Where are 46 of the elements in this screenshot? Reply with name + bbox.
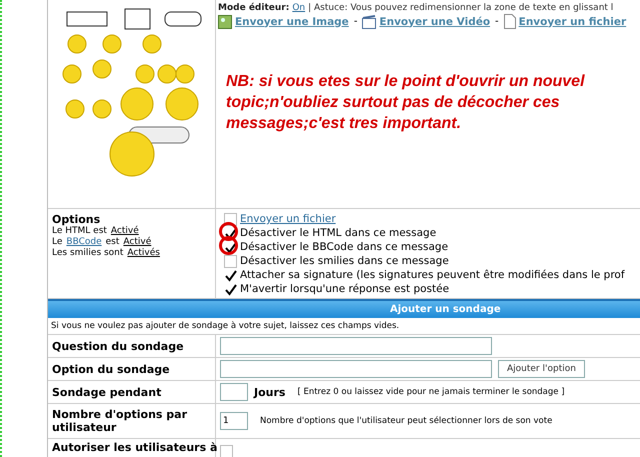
- checkbox[interactable]: [220, 445, 233, 457]
- document-icon: [504, 14, 516, 29]
- status-link[interactable]: Activé: [123, 237, 152, 248]
- picture-icon: [218, 14, 232, 28]
- status-text: Les smilies sont: [52, 248, 124, 259]
- input-field[interactable]: [220, 383, 248, 401]
- checkbox-label: Désactiver le HTML dans ce message: [240, 227, 436, 239]
- checkbox-label: M'avertir lorsqu'une réponse est postée: [240, 283, 450, 295]
- add-option-button[interactable]: Ajouter l'option: [498, 360, 585, 378]
- attachment-link[interactable]: Envoyer une Image: [235, 16, 349, 28]
- field-label: Question du sondage: [52, 340, 184, 352]
- hint-text: Nombre d'options que l'utilisateur peut sélectionner lors de son vote: [260, 416, 552, 426]
- checkbox[interactable]: [224, 254, 237, 268]
- field-label: Autoriser les utilisateurs à: [52, 441, 218, 454]
- editor-mode-link[interactable]: On: [292, 3, 306, 13]
- status-text: Le: [52, 237, 62, 248]
- status-link[interactable]: Activé: [110, 226, 139, 237]
- film-icon: [362, 14, 376, 28]
- editor-mode-label: Mode éditeur:: [218, 3, 290, 13]
- poll-header: Ajouter un sondage: [48, 299, 640, 318]
- input-field[interactable]: [220, 360, 492, 378]
- checkbox-label: Désactiver les smilies dans ce message: [240, 255, 449, 267]
- separator-text: -: [495, 16, 499, 27]
- checkbox[interactable]: [224, 268, 237, 282]
- bbcode-link[interactable]: BBCode: [66, 237, 102, 248]
- file-link[interactable]: Envoyer un fichier: [240, 213, 336, 225]
- field-label: Option du sondage: [52, 362, 170, 376]
- checkbox-label: Désactiver le BBCode dans ce message: [240, 241, 448, 253]
- options-title: Options: [52, 213, 102, 226]
- notice-text: NB: si vous etes sur le point d'ouvrir un nouvel topic;n'oubliez surtout pas de décocher ces messages;c'est tres important.: [226, 72, 586, 134]
- status-text: Le HTML est: [52, 226, 107, 237]
- attachment-link[interactable]: Envoyer un fichier: [518, 16, 626, 28]
- attachment-link[interactable]: Envoyer une Vidéo: [379, 16, 490, 28]
- status-link[interactable]: Activés: [127, 248, 160, 259]
- field-label: Nombre d'options par utilisateur: [52, 408, 188, 434]
- editor-tip: | Astuce: Vous pouvez redimensionner la zone de texte en glissant l: [308, 3, 614, 13]
- unit-label: Jours: [254, 386, 286, 398]
- poll-hint: Si vous ne voulez pas ajouter de sondage à votre sujet, laissez ces champs vides.: [48, 318, 640, 335]
- hint-text: [ Entrez 0 ou laissez vide pour ne jamais terminer le sondage ]: [297, 387, 565, 397]
- checkbox[interactable]: [224, 282, 237, 296]
- checkbox-label: Attacher sa signature (les signatures peuvent être modifiées dans le prof: [240, 269, 625, 281]
- input-field[interactable]: 1: [220, 412, 248, 430]
- input-field[interactable]: [220, 337, 492, 355]
- status-text: est: [106, 237, 120, 248]
- separator-text: -: [354, 16, 358, 27]
- field-label: Sondage pendant: [52, 386, 162, 398]
